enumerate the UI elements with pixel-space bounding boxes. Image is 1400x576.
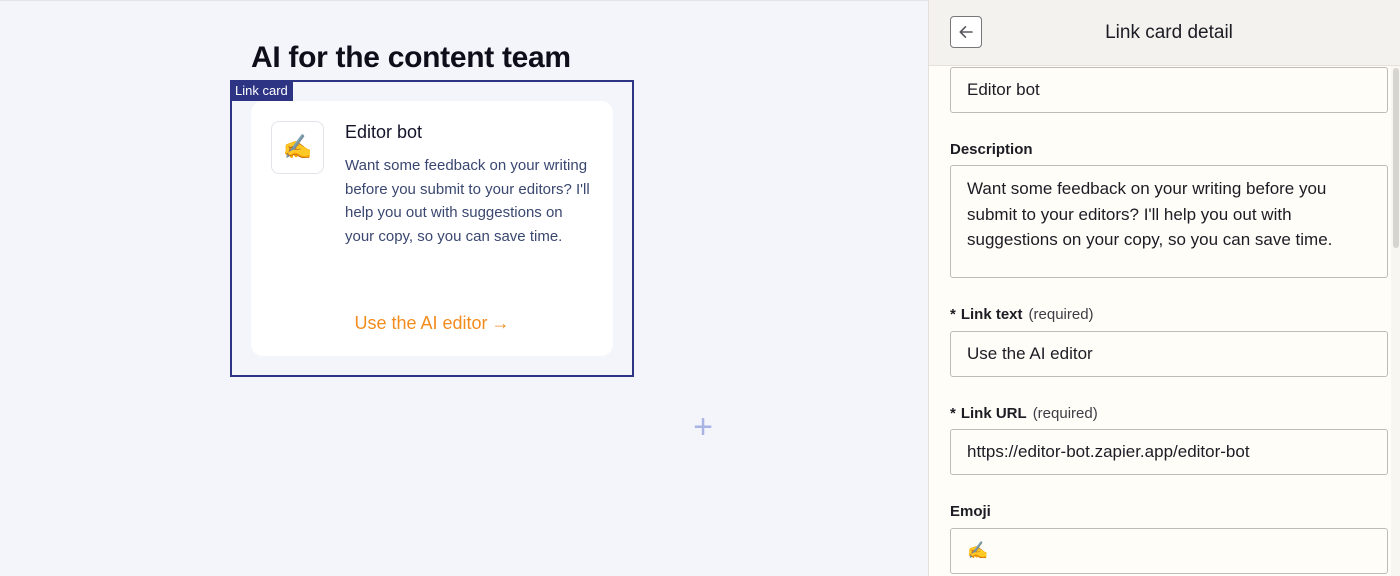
emoji-field[interactable]: ✍️ xyxy=(950,528,1388,574)
page-title[interactable]: AI for the content team xyxy=(251,41,571,75)
required-note: (required) xyxy=(1032,405,1098,422)
card-link-text: Use the AI editor xyxy=(354,313,488,333)
required-note: (required) xyxy=(1028,306,1094,323)
link-url-label: * Link URL (required) xyxy=(950,405,1098,422)
canvas: AI for the content team Link card ✍️ Edi… xyxy=(0,0,928,576)
scroll-thumb[interactable] xyxy=(1393,68,1399,248)
description-label: Description xyxy=(950,141,1033,158)
panel-title: Link card detail xyxy=(1105,22,1233,43)
link-text-field[interactable]: Use the AI editor xyxy=(950,331,1388,377)
emoji-label: Emoji xyxy=(950,503,991,520)
link-url-field[interactable]: https://editor-bot.zapier.app/editor-bot xyxy=(950,429,1388,475)
card-title: Editor bot xyxy=(345,122,423,142)
selection-tag: Link card xyxy=(230,80,293,101)
link-url-label-text: Link URL xyxy=(960,405,1027,422)
description-field[interactable]: Want some feedback on your writing befor… xyxy=(950,165,1388,278)
required-marker: * xyxy=(950,306,956,323)
card-link[interactable]: Use the AI editor → xyxy=(251,313,613,334)
add-block-button[interactable]: + xyxy=(689,410,717,444)
panel-scrollbar[interactable] xyxy=(1391,66,1400,576)
required-marker: * xyxy=(950,405,956,422)
title-field[interactable]: Editor bot xyxy=(950,67,1388,113)
arrow-right-icon: → xyxy=(491,313,510,333)
card-description: Want some feedback on your writing befor… xyxy=(345,157,590,245)
link-text-label: * Link text (required) xyxy=(950,306,1094,323)
card-emoji: ✍️ xyxy=(271,121,324,174)
link-text-label-text: Link text xyxy=(960,306,1023,323)
panel-header: Link card detail xyxy=(929,0,1400,66)
detail-panel: Link card detail Editor bot Description … xyxy=(928,0,1400,576)
link-card[interactable]: ✍️ Editor bot Want some feedback on your… xyxy=(251,101,613,356)
